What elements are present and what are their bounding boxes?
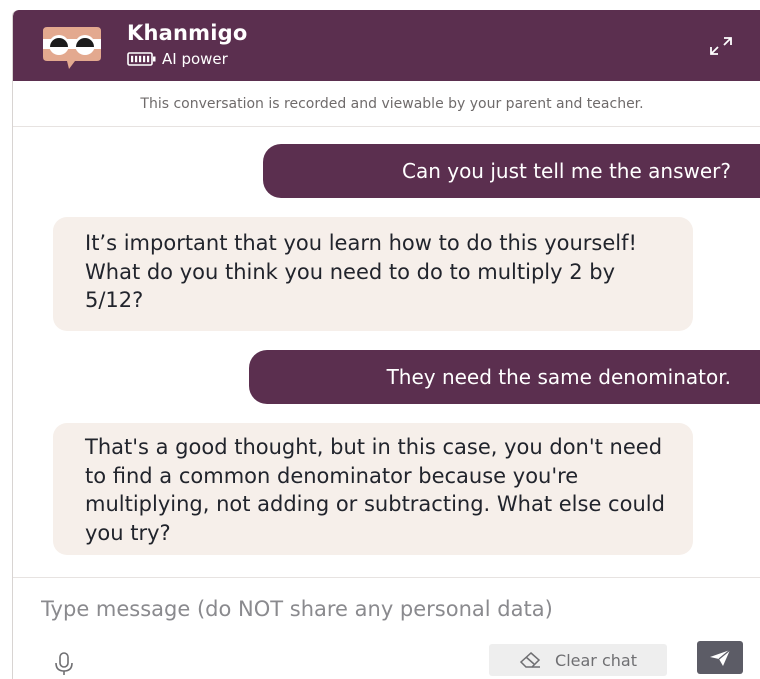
- message-input[interactable]: [41, 592, 741, 626]
- microphone-icon[interactable]: [53, 651, 75, 677]
- khanmigo-avatar-icon: [43, 27, 101, 69]
- battery-icon: [127, 52, 156, 66]
- user-message: They need the same denominator.: [249, 350, 760, 404]
- user-message: Can you just tell me the answer?: [263, 144, 760, 198]
- ai-power-label: AI power: [162, 50, 228, 68]
- clear-chat-button[interactable]: Clear chat: [489, 644, 667, 676]
- message-composer: Clear chat: [13, 577, 760, 679]
- send-icon: [710, 649, 731, 666]
- ai-power-status: AI power: [127, 50, 228, 68]
- chat-header: Khanmigo AI power: [13, 10, 760, 81]
- eraser-icon: [519, 651, 541, 668]
- khanmigo-chat-panel: Khanmigo AI power This conversation is r…: [12, 10, 760, 679]
- chat-title: Khanmigo: [127, 21, 248, 45]
- expand-icon[interactable]: [707, 34, 735, 58]
- assistant-message: It’s important that you learn how to do …: [53, 217, 693, 331]
- send-button[interactable]: [697, 641, 743, 674]
- clear-chat-label: Clear chat: [555, 650, 637, 670]
- assistant-message: That's a good thought, but in this case,…: [53, 423, 693, 555]
- recording-notice: This conversation is recorded and viewab…: [13, 81, 760, 127]
